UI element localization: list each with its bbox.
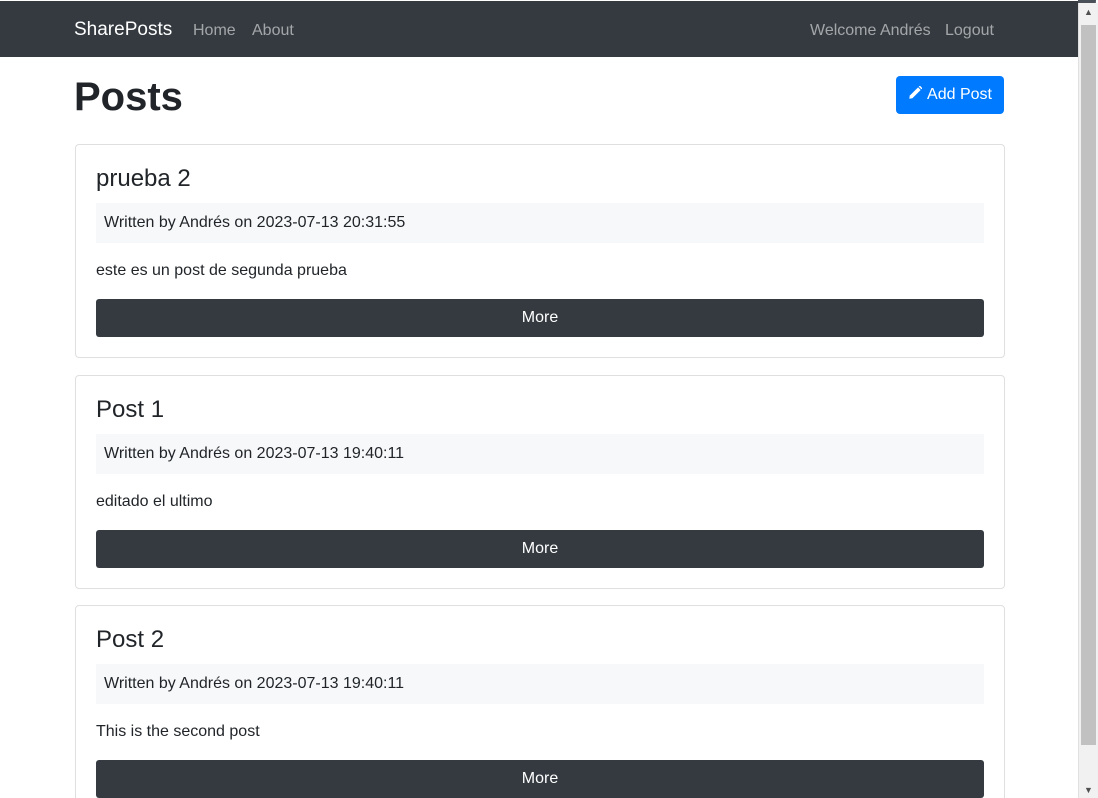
vertical-scrollbar[interactable]: ▲ ▼ bbox=[1078, 3, 1098, 798]
post-body: este es un post de segunda prueba bbox=[96, 262, 347, 279]
post-meta: Written by Andrés on 2023-07-13 19:40:11 bbox=[96, 664, 984, 704]
pencil-icon bbox=[908, 85, 927, 105]
logout-link[interactable]: Logout bbox=[945, 22, 994, 40]
add-post-label: Add Post bbox=[927, 86, 992, 103]
post-body: editado el ultimo bbox=[96, 493, 213, 510]
post-card: Post 1 Written by Andrés on 2023-07-13 1… bbox=[75, 375, 1005, 589]
nav-home-link[interactable]: Home bbox=[193, 22, 236, 40]
nav-about-link[interactable]: About bbox=[252, 22, 294, 40]
add-post-button[interactable]: Add Post bbox=[896, 76, 1004, 114]
more-button[interactable]: More bbox=[96, 760, 984, 798]
navbar: SharePosts Home About Welcome Andrés Log… bbox=[0, 1, 1078, 57]
post-card: prueba 2 Written by Andrés on 2023-07-13… bbox=[75, 144, 1005, 358]
post-title: Post 2 bbox=[96, 626, 165, 653]
page-viewport: SharePosts Home About Welcome Andrés Log… bbox=[0, 0, 1078, 798]
more-button[interactable]: More bbox=[96, 530, 984, 568]
scroll-thumb[interactable] bbox=[1081, 25, 1096, 745]
post-meta: Written by Andrés on 2023-07-13 20:31:55 bbox=[96, 203, 984, 243]
post-body: This is the second post bbox=[96, 723, 260, 740]
scroll-down-arrow-icon[interactable]: ▼ bbox=[1079, 781, 1098, 798]
post-title: Post 1 bbox=[96, 396, 165, 423]
welcome-link[interactable]: Welcome Andrés bbox=[810, 22, 931, 40]
page-title: Posts bbox=[74, 75, 183, 119]
post-meta: Written by Andrés on 2023-07-13 19:40:11 bbox=[96, 434, 984, 474]
brand-link[interactable]: SharePosts bbox=[74, 19, 172, 41]
post-card: Post 2 Written by Andrés on 2023-07-13 1… bbox=[75, 605, 1005, 798]
more-button[interactable]: More bbox=[96, 299, 984, 337]
post-title: prueba 2 bbox=[96, 165, 191, 192]
scroll-up-arrow-icon[interactable]: ▲ bbox=[1079, 3, 1098, 20]
